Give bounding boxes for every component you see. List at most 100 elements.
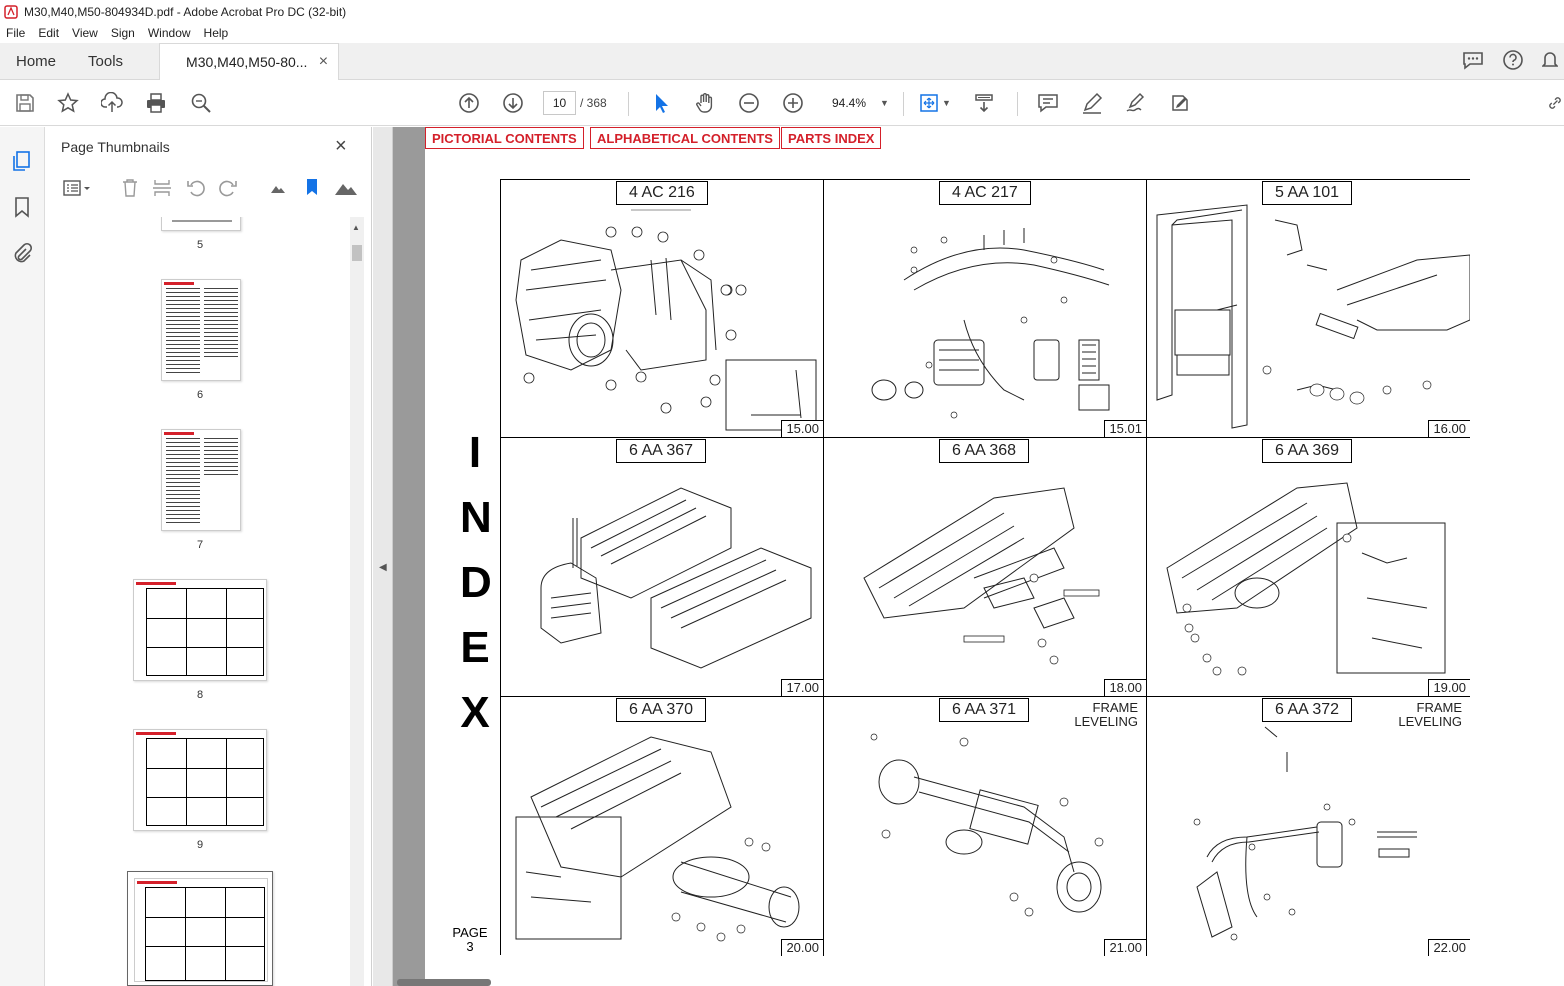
page-thumbnail[interactable] bbox=[161, 279, 241, 381]
panel-title: Page Thumbnails bbox=[61, 139, 170, 155]
zoom-level: 94.4% bbox=[832, 96, 867, 110]
page-thumbnail[interactable] bbox=[133, 579, 267, 681]
scroll-up-icon[interactable]: ▲ bbox=[352, 223, 360, 232]
zoom-search-icon[interactable] bbox=[188, 90, 214, 116]
cell-page-number: 15.01 bbox=[1104, 420, 1146, 437]
zoom-out-icon[interactable] bbox=[736, 90, 762, 116]
cell-code: 6 AA 367 bbox=[616, 439, 707, 463]
tab-home[interactable]: Home bbox=[0, 43, 72, 79]
chevron-down-icon: ▼ bbox=[880, 98, 889, 108]
zoom-in-icon[interactable] bbox=[780, 90, 806, 116]
cell-page-number: 16.00 bbox=[1428, 420, 1470, 437]
page-thumbnails-icon[interactable] bbox=[10, 149, 34, 173]
menu-file[interactable]: File bbox=[0, 26, 32, 40]
print-icon[interactable] bbox=[143, 90, 169, 116]
leveling-cylinder-drawing bbox=[1193, 726, 1417, 941]
delete-page-icon[interactable] bbox=[119, 177, 141, 199]
index-cell[interactable]: 6 AA 369 19.00 bbox=[1147, 438, 1470, 697]
cell-code: 4 AC 217 bbox=[939, 181, 1031, 205]
zoom-level-select[interactable]: 94.4% ▼ bbox=[824, 91, 894, 115]
cell-code: 6 AA 368 bbox=[939, 439, 1030, 463]
pen-icon[interactable] bbox=[1079, 90, 1105, 116]
tab-bar: Home Tools M30,M40,M50-80... × bbox=[0, 43, 1564, 80]
index-cell[interactable]: 6 AA 367 17.00 bbox=[501, 438, 824, 697]
save-icon[interactable] bbox=[12, 90, 38, 116]
thumbnail-label: 6 bbox=[196, 389, 204, 401]
fit-page-icon[interactable] bbox=[916, 90, 942, 116]
rotate-left-icon[interactable] bbox=[185, 177, 207, 199]
window-title: M30,M40,M50-804934D.pdf - Adobe Acrobat … bbox=[24, 4, 347, 19]
page-number-input[interactable]: 10 bbox=[543, 91, 576, 115]
cell-page-number: 17.00 bbox=[781, 679, 823, 696]
chat-icon[interactable] bbox=[1462, 50, 1484, 73]
menu-window[interactable]: Window bbox=[142, 26, 198, 40]
comment-icon[interactable] bbox=[1035, 90, 1061, 116]
page-thumbnail[interactable] bbox=[133, 729, 267, 831]
tabbar-right-icons bbox=[1462, 43, 1564, 79]
upload-icon[interactable] bbox=[99, 90, 125, 116]
window-titlebar: M30,M40,M50-804934D.pdf - Adobe Acrobat … bbox=[0, 0, 1564, 23]
toolbar-separator bbox=[903, 92, 904, 116]
thumbnail-medium-icon[interactable] bbox=[301, 177, 323, 199]
panel-close-icon[interactable]: × bbox=[335, 135, 347, 158]
cell-page-number: 18.00 bbox=[1104, 679, 1146, 696]
tab-tools[interactable]: Tools bbox=[72, 43, 139, 79]
index-cell[interactable]: 6 AA 368 18.00 bbox=[824, 438, 1147, 697]
menu-view[interactable]: View bbox=[66, 26, 105, 40]
bookmarks-icon[interactable] bbox=[10, 195, 34, 219]
acrobat-logo-icon bbox=[4, 4, 18, 19]
index-cell[interactable]: 4 AC 216 15.00 bbox=[501, 180, 824, 438]
select-cursor-icon[interactable] bbox=[648, 90, 674, 116]
rotate-right-icon[interactable] bbox=[217, 177, 239, 199]
sign-icon[interactable] bbox=[1123, 90, 1149, 116]
cell-code: 4 AC 216 bbox=[616, 181, 708, 205]
link-parts-index[interactable]: PARTS INDEX bbox=[781, 127, 882, 149]
menu-sign[interactable]: Sign bbox=[105, 26, 142, 40]
share-tool-icon[interactable] bbox=[1167, 90, 1193, 116]
menu-bar: File Edit View Sign Window Help bbox=[0, 23, 1564, 43]
tab-document[interactable]: M30,M40,M50-80... × bbox=[159, 43, 340, 80]
link-pictorial-contents[interactable]: PICTORIAL CONTENTS bbox=[425, 127, 584, 149]
thumbnail-scrollbar[interactable]: ▲ bbox=[350, 217, 364, 986]
index-cell[interactable]: 6 AA 372 FRAME LEVELING 22.00 bbox=[1147, 697, 1470, 956]
index-cell[interactable]: 5 AA 101 16.00 bbox=[1147, 180, 1470, 438]
thumbnail-label: 9 bbox=[196, 839, 204, 851]
menu-edit[interactable]: Edit bbox=[32, 26, 66, 40]
thumbnail-options-icon[interactable] bbox=[61, 177, 93, 199]
menu-help[interactable]: Help bbox=[198, 26, 236, 40]
fuel-injection-drawing bbox=[871, 228, 1110, 419]
extract-page-icon[interactable] bbox=[151, 177, 173, 199]
help-icon[interactable] bbox=[1502, 49, 1524, 74]
cell-code: 5 AA 101 bbox=[1262, 181, 1353, 205]
panel-toolbar bbox=[59, 177, 359, 203]
prev-page-icon[interactable] bbox=[456, 90, 482, 116]
fit-dropdown-icon[interactable]: ▼ bbox=[942, 98, 951, 108]
bookmark-star-icon[interactable] bbox=[55, 90, 81, 116]
page-thumbnail[interactable] bbox=[161, 429, 241, 531]
index-cell[interactable]: 6 AA 370 20.00 bbox=[501, 697, 824, 956]
cell-page-number: 20.00 bbox=[781, 939, 823, 956]
link-alphabetical-contents[interactable]: ALPHABETICAL CONTENTS bbox=[590, 127, 780, 149]
tab-document-label: M30,M40,M50-80... bbox=[186, 54, 308, 70]
horizontal-scrollbar[interactable] bbox=[397, 979, 491, 986]
axle-frame-drawing bbox=[515, 736, 800, 942]
cell-page-number: 15.00 bbox=[781, 420, 823, 437]
thumbnail-small-icon[interactable] bbox=[267, 177, 289, 199]
hand-icon[interactable] bbox=[692, 90, 718, 116]
attachments-icon[interactable] bbox=[10, 241, 34, 265]
index-cell[interactable]: 4 AC 217 15.01 bbox=[824, 180, 1147, 438]
tab-close-icon[interactable]: × bbox=[319, 53, 328, 71]
page-thumbnail[interactable] bbox=[161, 217, 241, 231]
cell-page-number: 22.00 bbox=[1428, 939, 1470, 956]
scrollbar-thumb[interactable] bbox=[352, 245, 362, 261]
collapse-arrow-icon[interactable]: ◀ bbox=[379, 562, 387, 573]
next-page-icon[interactable] bbox=[500, 90, 526, 116]
thumbnail-large-icon[interactable] bbox=[333, 177, 359, 199]
link-icon[interactable] bbox=[1546, 90, 1564, 116]
index-cell[interactable]: 6 AA 371 FRAME LEVELING 21.00 bbox=[824, 697, 1147, 956]
panel-collapse-bar[interactable]: ◀ bbox=[373, 127, 393, 986]
cell-page-number: 21.00 bbox=[1104, 939, 1146, 956]
page-thumbnail-selected[interactable] bbox=[127, 871, 273, 986]
notification-bell-icon[interactable] bbox=[1541, 49, 1559, 74]
scroll-mode-icon[interactable] bbox=[971, 90, 997, 116]
